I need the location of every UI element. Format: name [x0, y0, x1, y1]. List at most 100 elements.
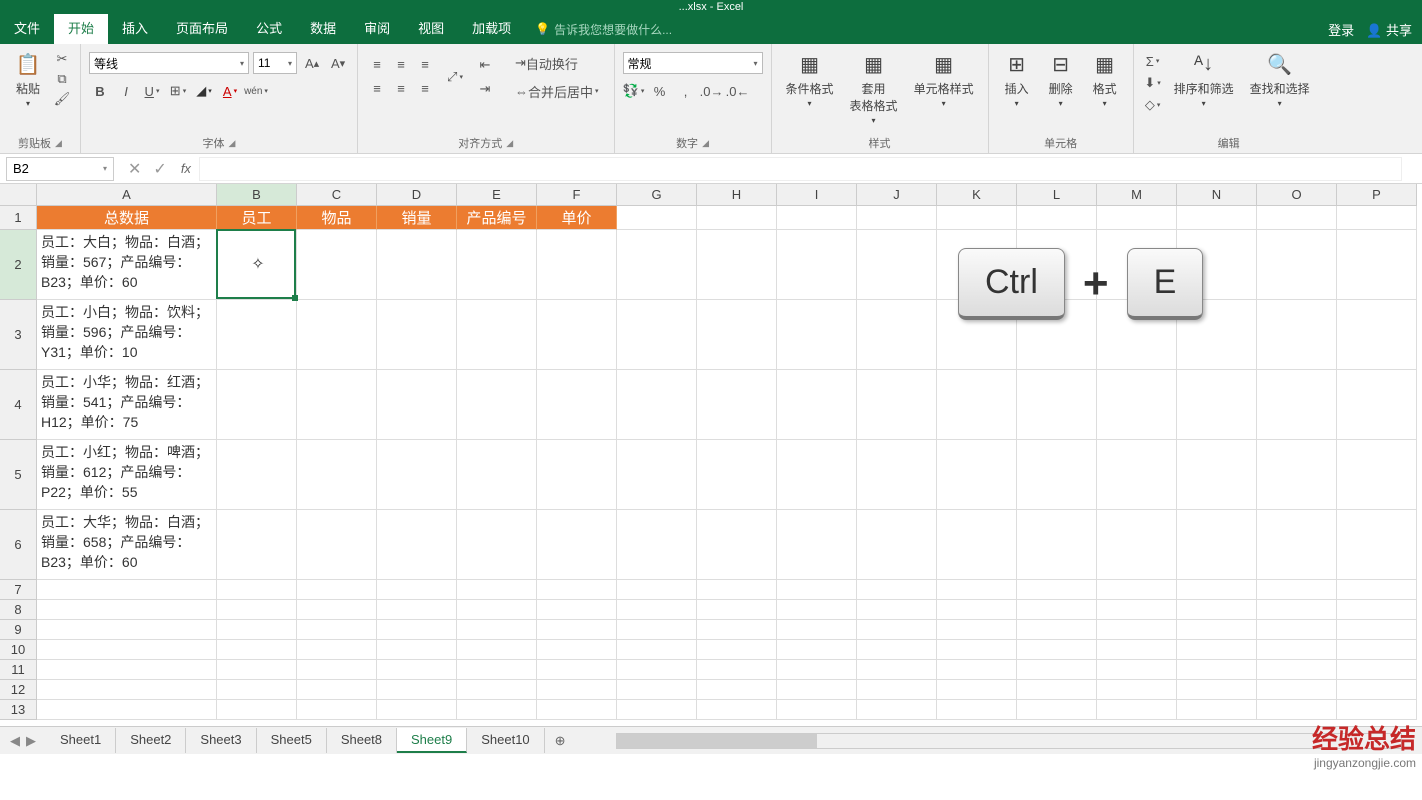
- cell[interactable]: [857, 440, 937, 510]
- cell[interactable]: [1097, 370, 1177, 440]
- wrap-text-button[interactable]: ⇥ 自动换行: [508, 52, 585, 74]
- cancel-formula-button[interactable]: ✕: [128, 159, 141, 179]
- cell[interactable]: [297, 230, 377, 300]
- cell[interactable]: [217, 510, 297, 580]
- tab-data[interactable]: 数据: [296, 14, 350, 44]
- col-header-M[interactable]: M: [1097, 184, 1177, 206]
- clear-button[interactable]: ◇▾: [1142, 94, 1164, 116]
- cell[interactable]: 销量: [377, 206, 457, 230]
- cell[interactable]: [857, 300, 937, 370]
- row-header-1[interactable]: 1: [0, 206, 37, 230]
- cell[interactable]: [217, 300, 297, 370]
- cell[interactable]: [1337, 230, 1417, 300]
- cell[interactable]: [777, 230, 857, 300]
- row-header-10[interactable]: 10: [0, 640, 37, 660]
- cell[interactable]: [457, 620, 537, 640]
- row-header-2[interactable]: 2: [0, 230, 37, 300]
- cell[interactable]: [1097, 600, 1177, 620]
- font-size-select[interactable]: 11▾: [253, 52, 297, 74]
- cell[interactable]: [857, 206, 937, 230]
- cell[interactable]: [857, 640, 937, 660]
- percent-button[interactable]: %: [649, 80, 671, 102]
- cell[interactable]: [1017, 660, 1097, 680]
- tab-view[interactable]: 视图: [404, 14, 458, 44]
- cell[interactable]: [1097, 640, 1177, 660]
- cell[interactable]: [617, 660, 697, 680]
- cell[interactable]: [377, 300, 457, 370]
- cell[interactable]: [377, 440, 457, 510]
- align-left-button[interactable]: ≡: [366, 77, 388, 99]
- col-header-O[interactable]: O: [1257, 184, 1337, 206]
- comma-button[interactable]: ,: [675, 80, 697, 102]
- cell[interactable]: [777, 510, 857, 580]
- cell[interactable]: [937, 580, 1017, 600]
- cell[interactable]: [777, 660, 857, 680]
- sheet-tab-sheet8[interactable]: Sheet8: [327, 728, 397, 753]
- cell[interactable]: [937, 440, 1017, 510]
- cell[interactable]: [857, 700, 937, 720]
- sheet-tab-sheet3[interactable]: Sheet3: [186, 728, 256, 753]
- col-header-B[interactable]: B: [217, 184, 297, 206]
- cell[interactable]: [1337, 600, 1417, 620]
- cell[interactable]: [1097, 510, 1177, 580]
- cell[interactable]: [937, 640, 1017, 660]
- scrollbar-thumb[interactable]: [617, 734, 817, 748]
- cell[interactable]: [1337, 580, 1417, 600]
- sheet-tab-sheet9[interactable]: Sheet9: [397, 728, 467, 753]
- cell[interactable]: [1097, 206, 1177, 230]
- login-link[interactable]: 登录: [1328, 20, 1354, 39]
- cell[interactable]: [377, 580, 457, 600]
- cell[interactable]: [537, 700, 617, 720]
- cell[interactable]: [537, 640, 617, 660]
- cell[interactable]: 产品编号: [457, 206, 537, 230]
- cell[interactable]: [1337, 370, 1417, 440]
- cell[interactable]: [377, 620, 457, 640]
- tab-insert[interactable]: 插入: [108, 14, 162, 44]
- cell[interactable]: [457, 640, 537, 660]
- cell[interactable]: [1177, 370, 1257, 440]
- cell[interactable]: [1257, 580, 1337, 600]
- border-button[interactable]: ⊞▾: [167, 80, 189, 102]
- cell[interactable]: [1097, 620, 1177, 640]
- cell[interactable]: [457, 370, 537, 440]
- row-header-13[interactable]: 13: [0, 700, 37, 720]
- formula-bar[interactable]: [199, 157, 1402, 181]
- cell[interactable]: [1017, 580, 1097, 600]
- cell[interactable]: [217, 230, 297, 300]
- tab-formulas[interactable]: 公式: [242, 14, 296, 44]
- cell[interactable]: [1177, 680, 1257, 700]
- cell[interactable]: [1337, 660, 1417, 680]
- cell[interactable]: [777, 680, 857, 700]
- align-bottom-button[interactable]: ≡: [414, 53, 436, 75]
- cell[interactable]: [1017, 600, 1097, 620]
- cell[interactable]: [1017, 510, 1097, 580]
- cell[interactable]: [857, 620, 937, 640]
- align-top-button[interactable]: ≡: [366, 53, 388, 75]
- insert-cells-button[interactable]: ⊞插入▾: [997, 48, 1037, 110]
- cell[interactable]: [1337, 680, 1417, 700]
- cell[interactable]: [377, 370, 457, 440]
- cell[interactable]: [697, 660, 777, 680]
- font-launcher[interactable]: ◢: [229, 138, 236, 149]
- cell[interactable]: [617, 370, 697, 440]
- font-color-button[interactable]: A▾: [219, 80, 241, 102]
- cell[interactable]: [457, 300, 537, 370]
- cell[interactable]: [537, 230, 617, 300]
- cell[interactable]: [1017, 700, 1097, 720]
- fx-icon[interactable]: fx: [181, 161, 191, 176]
- name-box[interactable]: B2▾: [6, 157, 114, 181]
- share-button[interactable]: 👤 共享: [1366, 20, 1412, 39]
- phonetic-button[interactable]: wén▾: [245, 80, 267, 102]
- cell[interactable]: [377, 660, 457, 680]
- cell[interactable]: [217, 700, 297, 720]
- cut-button[interactable]: ✂: [52, 50, 72, 68]
- cell[interactable]: [1017, 440, 1097, 510]
- decrease-font-button[interactable]: A▾: [327, 52, 349, 74]
- cell[interactable]: [857, 660, 937, 680]
- cell[interactable]: [697, 206, 777, 230]
- sheet-tab-sheet10[interactable]: Sheet10: [467, 728, 544, 753]
- cell[interactable]: [457, 510, 537, 580]
- accounting-button[interactable]: 💱▾: [623, 80, 645, 102]
- cell[interactable]: [937, 600, 1017, 620]
- row-header-8[interactable]: 8: [0, 600, 37, 620]
